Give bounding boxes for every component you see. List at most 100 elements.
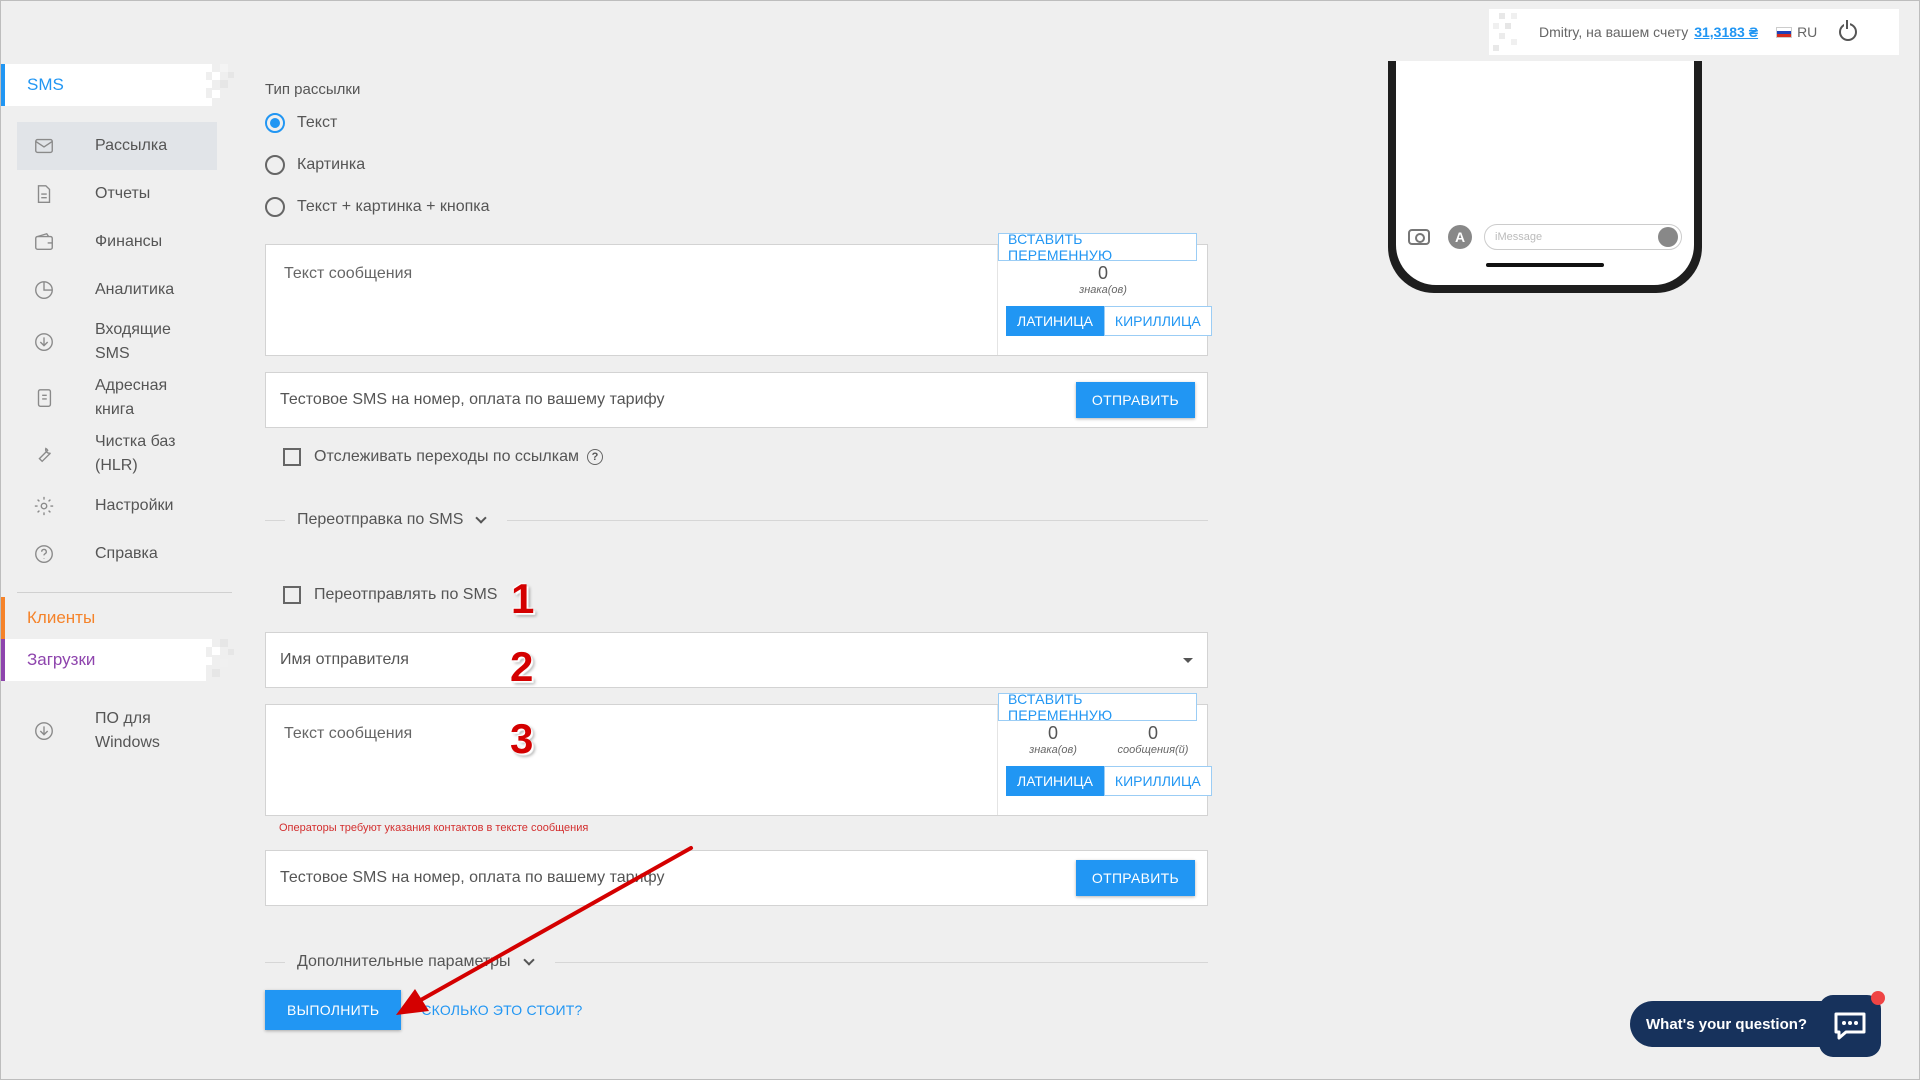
balance-link[interactable]: 31,3183 ₴	[1694, 24, 1758, 40]
chat-button[interactable]	[1819, 991, 1885, 1057]
extra-params-header[interactable]: Дополнительные параметры	[265, 942, 1208, 982]
divider-line	[554, 961, 1208, 963]
char-unit: знака(ов)	[1029, 744, 1077, 756]
extra-params-title: Дополнительные параметры	[285, 953, 545, 971]
latin-button[interactable]: ЛАТИНИЦА	[1006, 306, 1104, 336]
phone-preview: A iMessage	[1388, 61, 1702, 293]
sender-name-placeholder: Имя отправителя	[280, 651, 409, 668]
sidebar-item-label: Отчеты	[95, 185, 151, 202]
annotation-number: 2	[510, 643, 534, 690]
resend-sms-checkbox[interactable]	[283, 586, 301, 604]
sidebar-item-label: Адресная книга	[95, 377, 168, 418]
account-bar: Dmitry, на вашем счету 31,3183 ₴ RU	[1489, 9, 1899, 55]
address-book-icon	[31, 385, 57, 411]
sidebar-item-incoming[interactable]: Входящие SMS	[17, 314, 217, 370]
radio-label: Текст + картинка + кнопка	[297, 198, 490, 215]
message-placeholder: Текст сообщения	[284, 725, 413, 742]
app-store-icon: A	[1448, 225, 1472, 249]
send-test-button[interactable]: ОТПРАВИТЬ	[1075, 860, 1195, 896]
sidebar: SMS Рассылка Отчеты Финансы Аналитика Вх…	[1, 64, 234, 759]
sidebar-section-sms[interactable]: SMS	[1, 64, 234, 106]
pixel-decoration	[204, 639, 234, 677]
sidebar-item-label: Чистка баз (HLR)	[95, 433, 176, 474]
annotation-number: 1	[511, 575, 535, 622]
extra-params-label: Дополнительные параметры	[297, 953, 511, 970]
chat-bubble-icon	[1834, 1012, 1866, 1040]
cost-link[interactable]: СКОЛЬКО ЭТО СТОИТ?	[421, 1002, 582, 1018]
chevron-down-icon	[522, 953, 535, 966]
help-circle-icon	[31, 541, 57, 567]
sidebar-item-label: Справка	[95, 545, 158, 562]
dropdown-caret-icon	[1183, 657, 1193, 663]
sidebar-item-label: Рассылка	[95, 137, 168, 154]
sidebar-section-downloads[interactable]: Загрузки	[1, 639, 234, 681]
resend-sms-row[interactable]: Переотправлять по SMS	[265, 582, 1208, 608]
pixel-decoration	[204, 64, 234, 106]
latin-button[interactable]: ЛАТИНИЦА	[1006, 766, 1104, 796]
track-links-checkbox[interactable]	[283, 448, 301, 466]
cyrillic-button[interactable]: КИРИЛЛИЦА	[1103, 766, 1212, 796]
radio-text[interactable]: Текст	[265, 102, 1208, 144]
downloads-nav: ПО для Windows	[1, 703, 233, 759]
audio-wave-icon	[1658, 227, 1678, 247]
section-label: SMS	[27, 75, 64, 94]
imessage-placeholder: iMessage	[1495, 231, 1543, 243]
message-count: 0	[1147, 723, 1158, 743]
resend-section-header[interactable]: Переотправка по SMS	[265, 500, 1208, 540]
chat-question-text: What's your question?	[1646, 1015, 1808, 1033]
sidebar-item-mailing[interactable]: Рассылка	[17, 122, 217, 170]
divider-line	[507, 519, 1208, 521]
help-icon[interactable]: ?	[587, 449, 604, 465]
mailing-form: Тип рассылки Текст Картинка Текст + карт…	[265, 81, 1212, 1030]
sidebar-item-label: ПО для Windows	[95, 710, 160, 751]
sidebar-item-address-book[interactable]: Адресная книга	[17, 370, 217, 426]
section-label: Клиенты	[27, 608, 96, 627]
insert-variable-button[interactable]: ВСТАВИТЬ ПЕРЕМЕННУЮ	[998, 231, 1197, 263]
sidebar-section-clients[interactable]: Клиенты	[1, 597, 206, 639]
char-counter: 0 знака(ов)	[1008, 723, 1098, 756]
message-textarea[interactable]: Текст сообщения ВСТАВИТЬ ПЕРЕМЕННУЮ 0 зн…	[265, 231, 1212, 356]
gear-icon	[31, 493, 57, 519]
radio-button[interactable]	[265, 155, 285, 175]
sidebar-item-windows-software[interactable]: ПО для Windows	[17, 703, 217, 759]
sidebar-item-settings[interactable]: Настройки	[17, 482, 217, 530]
radio-label: Текст	[297, 114, 338, 131]
insert-variable-button[interactable]: ВСТАВИТЬ ПЕРЕМЕННУЮ	[998, 691, 1197, 723]
radio-button-selected[interactable]	[265, 113, 285, 133]
sidebar-item-finance[interactable]: Финансы	[17, 218, 217, 266]
sender-name-select[interactable]: Имя отправителя	[265, 632, 1208, 688]
message-placeholder: Текст сообщения	[284, 265, 413, 282]
message-tools: ВСТАВИТЬ ПЕРЕМЕННУЮ 0 знака(ов) 0 сообще…	[997, 691, 1212, 815]
test-sms-input[interactable]: Тестовое SMS на номер, оплата по вашему …	[280, 391, 665, 409]
wrench-icon	[31, 441, 57, 467]
send-test-button[interactable]: ОТПРАВИТЬ	[1075, 382, 1195, 418]
execute-button[interactable]: ВЫПОЛНИТЬ	[265, 990, 402, 1030]
sidebar-item-help[interactable]: Справка	[17, 530, 217, 578]
resend-message-textarea[interactable]: Текст сообщения ВСТАВИТЬ ПЕРЕМЕННУЮ 0 зн…	[265, 691, 1212, 816]
sidebar-item-hlr[interactable]: Чистка баз (HLR)	[17, 426, 217, 482]
power-icon[interactable]	[1839, 20, 1858, 41]
operators-warning: Операторы требуют указания контактов в т…	[279, 822, 589, 834]
sidebar-item-analytics[interactable]: Аналитика	[17, 266, 217, 314]
language-switch[interactable]: RU	[1797, 24, 1817, 40]
alphabet-toggle: ЛАТИНИЦА КИРИЛЛИЦА	[1006, 306, 1212, 336]
imessage-bar: A iMessage	[1408, 224, 1682, 250]
test-sms-input[interactable]: Тестовое SMS на номер, оплата по вашему …	[280, 869, 665, 887]
sidebar-item-reports[interactable]: Отчеты	[17, 170, 217, 218]
chevron-down-icon	[475, 511, 488, 524]
pie-chart-icon	[31, 277, 57, 303]
wallet-icon	[31, 229, 57, 255]
download-circle-icon	[31, 329, 57, 355]
test-sms-row: Тестовое SMS на номер, оплата по вашему …	[265, 850, 1208, 906]
radio-image[interactable]: Картинка	[265, 144, 1208, 186]
cyrillic-button[interactable]: КИРИЛЛИЦА	[1103, 306, 1212, 336]
camera-icon	[1408, 229, 1430, 245]
annotation-number: 3	[510, 715, 534, 762]
russia-flag-icon[interactable]	[1776, 26, 1793, 38]
track-links-row[interactable]: Отслеживать переходы по ссылкам ?	[265, 444, 1208, 470]
imessage-field: iMessage	[1484, 224, 1682, 250]
radio-text-image-button[interactable]: Текст + картинка + кнопка	[265, 186, 1208, 228]
radio-button[interactable]	[265, 197, 285, 217]
char-count: 0	[1097, 263, 1108, 283]
sidebar-item-label: Настройки	[95, 497, 174, 514]
